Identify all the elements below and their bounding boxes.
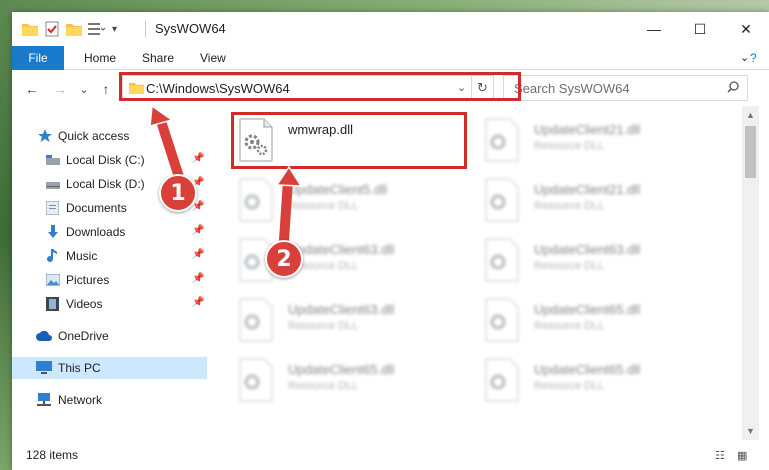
sidebar-item-local-disk-c[interactable]: Local Disk (C:) 📌 <box>12 149 207 171</box>
pin-icon[interactable]: 📌 <box>192 153 204 164</box>
file-item[interactable]: UpdateClient5.dll Resource DLL <box>238 176 478 232</box>
pictures-icon <box>45 273 61 288</box>
sidebar-item-downloads[interactable]: Downloads 📌 <box>12 221 207 243</box>
minimize-button[interactable]: — <box>631 12 677 46</box>
pin-icon[interactable]: 📌 <box>192 273 204 284</box>
tab-view[interactable]: View <box>188 46 238 70</box>
file-name: UpdateClient21.dll <box>534 122 641 137</box>
title-bar: ▾ SysWOW64 — ☐ ✕ <box>12 12 769 46</box>
file-name: UpdateClient5.dll <box>288 182 388 197</box>
properties-icon[interactable] <box>44 20 60 38</box>
window-title: SysWOW64 <box>155 21 226 36</box>
cloud-icon <box>36 330 52 344</box>
file-type: Resource DLL <box>534 380 605 392</box>
sidebar-item-onedrive[interactable]: OneDrive <box>12 325 207 347</box>
computer-icon <box>36 361 52 375</box>
file-explorer-window: ▾ SysWOW64 — ☐ ✕ File Home Share View ⌄ … <box>12 12 769 470</box>
folder-icon <box>22 20 38 38</box>
scroll-thumb[interactable] <box>745 126 756 178</box>
ribbon-tabs: File Home Share View ⌄ ? <box>12 46 769 102</box>
forward-button[interactable]: → <box>50 79 70 99</box>
drive-icon <box>46 178 60 192</box>
close-button[interactable]: ✕ <box>723 12 769 46</box>
scroll-down-icon[interactable]: ▼ <box>746 426 755 436</box>
search-input[interactable]: Search SysWOW64 <box>503 75 748 101</box>
file-item[interactable]: UpdateClient21.dll Resource DLL <box>484 176 724 232</box>
dll-file-icon <box>484 298 520 342</box>
sidebar-item-network[interactable]: Network <box>12 389 207 411</box>
download-icon <box>46 225 60 239</box>
dll-file-icon <box>484 358 520 402</box>
maximize-button[interactable]: ☐ <box>677 12 723 46</box>
search-icon <box>727 81 739 96</box>
customize-toolbar-icon[interactable] <box>88 20 106 38</box>
file-name: UpdateClient65.dll <box>288 362 395 377</box>
large-icons-view-icon[interactable]: ▦ <box>737 449 751 462</box>
star-icon <box>38 129 52 143</box>
file-item[interactable]: UpdateClient65.dll Resource DLL <box>238 356 478 412</box>
file-type: Resource DLL <box>534 260 605 272</box>
file-type: Resource DLL <box>534 140 605 152</box>
pin-icon[interactable]: 📌 <box>192 225 204 236</box>
address-highlight-box <box>119 72 521 101</box>
search-placeholder: Search SysWOW64 <box>514 81 630 96</box>
dll-file-icon <box>238 178 274 222</box>
file-item[interactable]: UpdateClient65.dll Resource DLL <box>484 356 724 412</box>
sidebar-item-pictures[interactable]: Pictures 📌 <box>12 269 207 291</box>
file-name: UpdateClient63.dll <box>534 242 641 257</box>
tab-home[interactable]: Home <box>72 46 128 70</box>
file-type: Resource DLL <box>288 380 359 392</box>
file-type: Resource DLL <box>534 320 605 332</box>
pin-icon[interactable]: 📌 <box>192 249 204 260</box>
file-type: Resource DLL <box>534 200 605 212</box>
network-icon <box>36 393 52 407</box>
dll-file-icon <box>484 238 520 282</box>
back-button[interactable]: ← <box>22 79 42 99</box>
help-icon[interactable]: ? <box>746 46 761 70</box>
videos-icon <box>46 297 60 311</box>
quick-access-dropdown-icon[interactable]: ▾ <box>112 20 117 38</box>
sidebar-item-this-pc[interactable]: This PC <box>12 357 207 379</box>
tab-share[interactable]: Share <box>130 46 186 70</box>
callout-step-2: 2 <box>265 240 303 278</box>
callout-step-1: 1 <box>159 174 197 212</box>
file-highlight-box <box>231 112 467 169</box>
file-name: UpdateClient63.dll <box>288 242 395 257</box>
status-bar: 128 items ☷ ▦ <box>12 440 769 470</box>
music-icon <box>46 249 60 263</box>
file-name: UpdateClient65.dll <box>534 302 641 317</box>
file-name: UpdateClient21.dll <box>534 182 641 197</box>
sidebar-item-quick-access[interactable]: Quick access <box>12 125 207 147</box>
vertical-scrollbar[interactable]: ▲ ▼ <box>742 106 759 440</box>
file-type: Resource DLL <box>288 320 359 332</box>
new-folder-icon[interactable] <box>66 20 82 38</box>
dll-file-icon <box>238 298 274 342</box>
file-item[interactable]: UpdateClient21.dll Resource DLL <box>484 116 724 172</box>
dll-file-icon <box>238 358 274 402</box>
file-name: UpdateClient65.dll <box>534 362 641 377</box>
scroll-up-icon[interactable]: ▲ <box>746 110 755 120</box>
sidebar-item-videos[interactable]: Videos 📌 <box>12 293 207 315</box>
file-item[interactable]: UpdateClient63.dll Resource DLL <box>484 236 724 292</box>
dll-file-icon <box>484 178 520 222</box>
item-count: 128 items <box>26 448 79 462</box>
file-item[interactable]: UpdateClient63.dll Resource DLL <box>238 296 478 352</box>
recent-locations-button[interactable]: ⌄ <box>74 79 94 99</box>
file-name: UpdateClient63.dll <box>288 302 395 317</box>
up-button[interactable]: ↑ <box>96 79 116 99</box>
desktop-background-left <box>0 0 12 470</box>
pin-icon[interactable]: 📌 <box>192 297 204 308</box>
file-type: Resource DLL <box>288 200 359 212</box>
file-item[interactable]: UpdateClient65.dll Resource DLL <box>484 296 724 352</box>
dll-file-icon <box>484 118 520 162</box>
title-separator <box>145 21 146 37</box>
documents-icon <box>45 200 60 216</box>
navigation-pane: Quick access Local Disk (C:) 📌 Local Dis… <box>12 106 207 440</box>
drive-icon <box>46 154 60 168</box>
details-view-icon[interactable]: ☷ <box>715 449 729 462</box>
sidebar-item-music[interactable]: Music 📌 <box>12 245 207 267</box>
desktop-background-top <box>0 0 769 12</box>
